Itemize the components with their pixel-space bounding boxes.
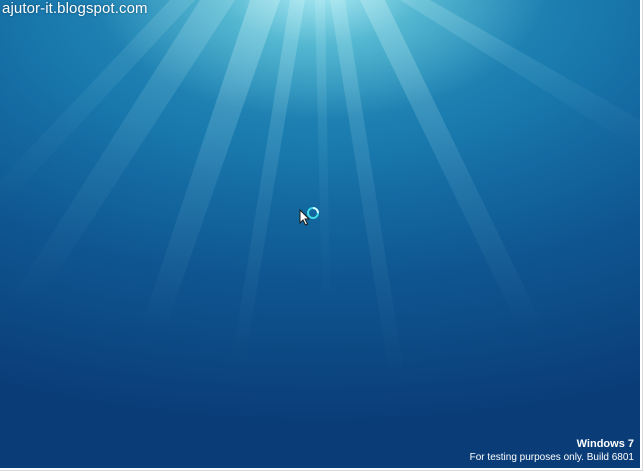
busy-pointer-icon	[298, 204, 324, 230]
watermark-text: ajutor-it.blogspot.com	[2, 0, 148, 17]
os-branding: Windows 7 For testing purposes only. Bui…	[470, 437, 634, 464]
light-rays-decoration	[0, 0, 640, 380]
os-name-label: Windows 7	[576, 438, 634, 450]
desktop-background: ajutor-it.blogspot.com Windows 7 For tes…	[0, 0, 640, 468]
screenshot-frame: ajutor-it.blogspot.com Windows 7 For tes…	[0, 0, 643, 471]
build-info-label: For testing purposes only. Build 6801	[469, 452, 634, 463]
